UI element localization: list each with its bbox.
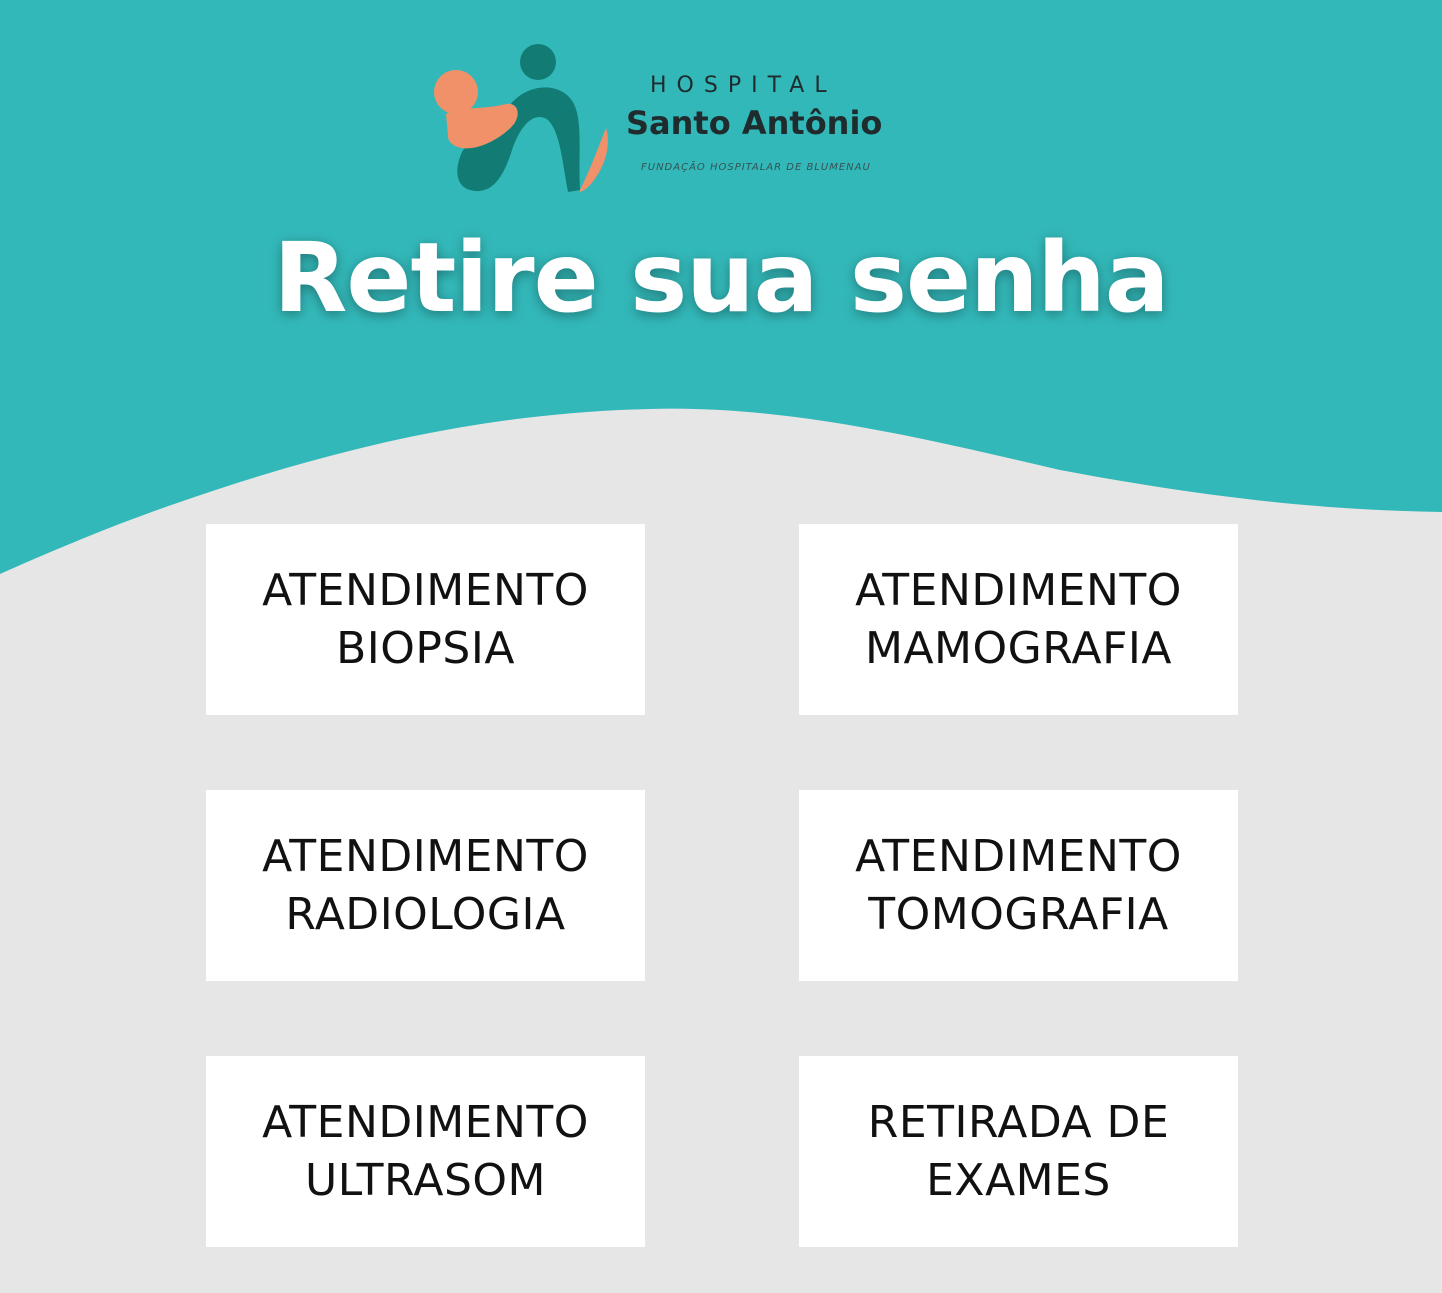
option-label-line2: RADIOLOGIA: [285, 888, 566, 940]
option-label-line1: RETIRADA DE: [867, 1096, 1170, 1148]
hospital-logo-mark-icon: [434, 44, 608, 192]
option-label-line2: BIOPSIA: [336, 622, 515, 674]
logo-line-name: Santo Antônio: [626, 104, 883, 142]
kiosk-screen: HOSPITAL Santo Antônio FUNDAÇÃO HOSPITAL…: [0, 0, 1442, 1293]
option-label-line1: ATENDIMENTO: [262, 830, 589, 882]
option-label-line1: ATENDIMENTO: [855, 564, 1182, 616]
option-button-retirada-exames[interactable]: RETIRADA DE EXAMES: [799, 1056, 1238, 1247]
option-label-line2: MAMOGRAFIA: [864, 622, 1173, 674]
option-label-line1: ATENDIMENTO: [262, 564, 589, 616]
option-button-ultrasom[interactable]: ATENDIMENTO ULTRASOM: [206, 1056, 645, 1247]
hospital-logo: HOSPITAL Santo Antônio FUNDAÇÃO HOSPITAL…: [430, 40, 910, 200]
option-button-radiologia[interactable]: ATENDIMENTO RADIOLOGIA: [206, 790, 645, 981]
option-label-line2: TOMOGRAFIA: [868, 888, 1169, 940]
option-label-line2: EXAMES: [926, 1154, 1111, 1206]
option-label-line1: ATENDIMENTO: [262, 1096, 589, 1148]
option-label-line2: ULTRASOM: [305, 1154, 546, 1206]
option-button-mamografia[interactable]: ATENDIMENTO MAMOGRAFIA: [799, 524, 1238, 715]
page-title: Retire sua senha: [273, 222, 1169, 334]
option-button-biopsia[interactable]: ATENDIMENTO BIOPSIA: [206, 524, 645, 715]
option-label-line1: ATENDIMENTO: [855, 830, 1182, 882]
logo-line-foundation: FUNDAÇÃO HOSPITALAR DE BLUMENAU: [641, 162, 871, 173]
option-button-tomografia[interactable]: ATENDIMENTO TOMOGRAFIA: [799, 790, 1238, 981]
logo-line-hospital: HOSPITAL: [650, 73, 837, 98]
